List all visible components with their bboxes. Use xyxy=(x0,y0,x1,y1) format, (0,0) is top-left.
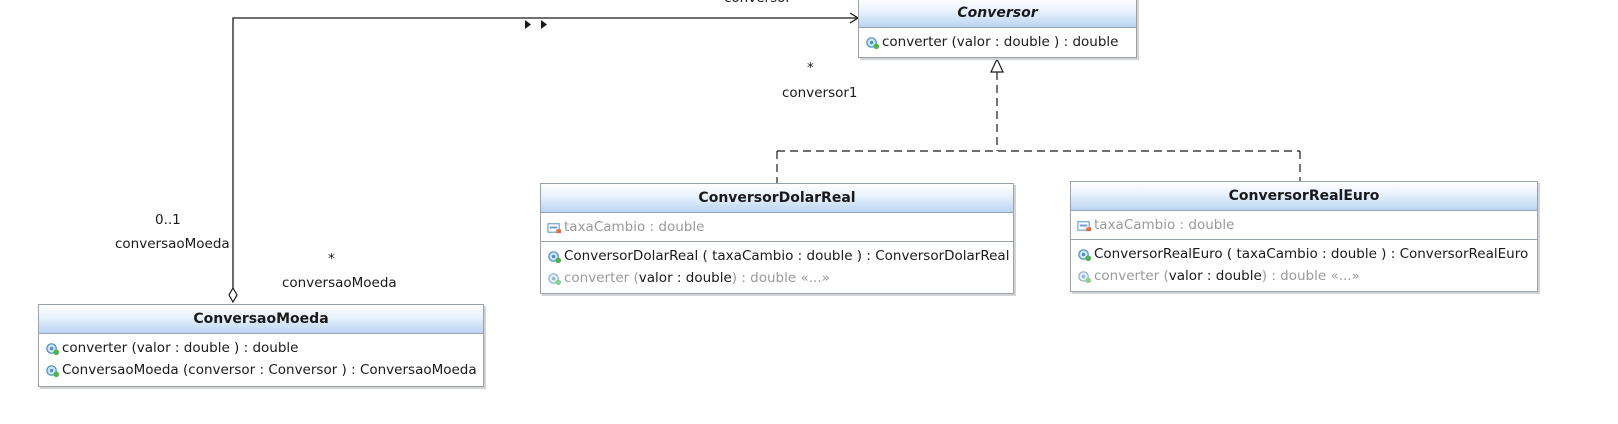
association-multiplicity-0-1: 0..1 xyxy=(155,212,181,228)
inherited-method-row[interactable]: converter ( valor : double ) : double «.… xyxy=(1077,265,1531,287)
class-conversao-moeda[interactable]: ConversaoMoeda converter (valor : double… xyxy=(38,304,484,387)
method-row[interactable]: converter (valor : double ) : double xyxy=(865,31,1130,53)
association-multiplicity-star: * xyxy=(328,251,335,267)
method-signature: ConversorDolarReal ( taxaCambio : double… xyxy=(564,248,1010,264)
attributes-section: taxaCambio : double xyxy=(541,213,1013,241)
class-conversor-real-euro[interactable]: ConversorRealEuro taxaCambio : double Co… xyxy=(1070,181,1538,292)
class-name: ConversorRealEuro xyxy=(1071,182,1537,211)
attribute-row[interactable]: taxaCambio : double xyxy=(547,216,1007,238)
method-row[interactable]: converter (valor : double ) : double xyxy=(45,337,477,359)
public-method-icon xyxy=(46,364,60,377)
attribute-row[interactable]: taxaCambio : double xyxy=(1077,214,1531,236)
method-name-prefix: converter ( xyxy=(564,270,639,286)
public-method-icon xyxy=(866,36,880,49)
methods-section: converter (valor : double ) : double xyxy=(859,28,1136,56)
association-role-conversaomoeda: conversaoMoeda xyxy=(115,236,230,252)
class-conversor-dolar-real[interactable]: ConversorDolarReal taxaCambio : double C… xyxy=(540,183,1014,294)
private-field-icon xyxy=(1077,220,1092,231)
public-method-icon xyxy=(548,250,562,263)
method-signature: converter (valor : double ) : double xyxy=(62,340,299,356)
method-row[interactable]: ConversorDolarReal ( taxaCambio : double… xyxy=(547,245,1010,267)
methods-section: ConversorDolarReal ( taxaCambio : double… xyxy=(541,241,1013,292)
class-name: ConversaoMoeda xyxy=(39,305,483,334)
method-row[interactable]: ConversorRealEuro ( taxaCambio : double … xyxy=(1077,243,1531,265)
inherited-method-row[interactable]: converter ( valor : double ) : double «.… xyxy=(547,267,1007,289)
methods-section: ConversorRealEuro ( taxaCambio : double … xyxy=(1071,239,1537,290)
aggregation-diamond xyxy=(228,286,238,304)
method-name-suffix: ) : double «...» xyxy=(1261,268,1360,284)
private-field-icon xyxy=(547,222,562,233)
public-method-icon xyxy=(1078,270,1092,283)
attribute-signature: taxaCambio : double xyxy=(1094,217,1235,233)
direction-marker-2 xyxy=(541,20,547,29)
class-name: Conversor xyxy=(859,0,1136,28)
association-role-conversor1: conversor1 xyxy=(782,85,858,101)
attribute-signature: taxaCambio : double xyxy=(564,219,705,235)
class-conversor[interactable]: Conversor converter (valor : double ) : … xyxy=(858,0,1137,58)
method-signature: converter (valor : double ) : double xyxy=(882,34,1119,50)
association-role-conversor: conversor xyxy=(724,0,791,6)
public-method-icon xyxy=(46,342,60,355)
public-method-icon xyxy=(548,272,562,285)
method-parameter: valor : double xyxy=(638,270,732,286)
method-parameter: valor : double xyxy=(1168,268,1262,284)
methods-section: converter (valor : double ) : double Con… xyxy=(39,334,483,384)
attributes-section: taxaCambio : double xyxy=(1071,211,1537,239)
method-signature: ConversorRealEuro ( taxaCambio : double … xyxy=(1094,246,1529,262)
association-role-conversaomoeda-2: conversaoMoeda xyxy=(282,275,397,291)
direction-marker-1 xyxy=(525,20,531,29)
public-method-icon xyxy=(1078,248,1092,261)
method-signature: ConversaoMoeda (conversor : Conversor ) … xyxy=(62,362,477,378)
class-name: ConversorDolarReal xyxy=(541,184,1013,213)
association-multiplicity-conversor1: * xyxy=(807,60,814,76)
method-name-suffix: ) : double «...» xyxy=(731,270,830,286)
method-name-prefix: converter ( xyxy=(1094,268,1169,284)
method-row[interactable]: ConversaoMoeda (conversor : Conversor ) … xyxy=(45,359,477,381)
realization-arrowhead xyxy=(990,57,1004,73)
